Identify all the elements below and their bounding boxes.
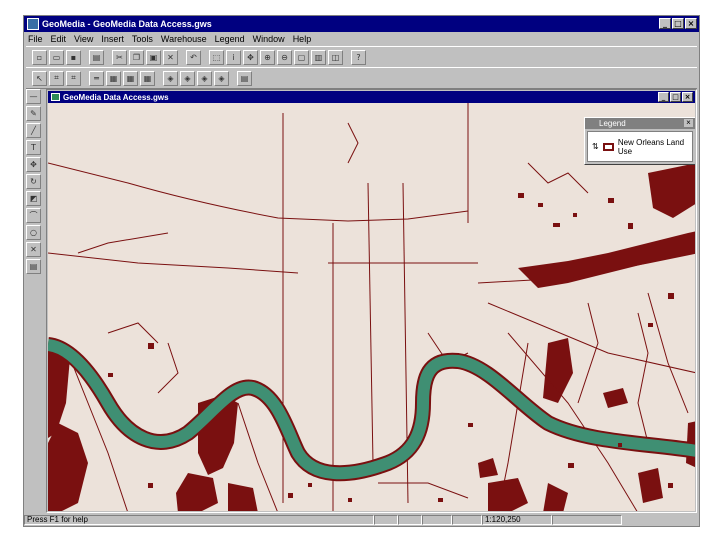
- map-minimize-button[interactable]: _: [658, 92, 669, 102]
- cut-icon[interactable]: ✂: [112, 49, 127, 65]
- app-icon: [27, 18, 39, 30]
- text-icon[interactable]: ▦: [140, 70, 155, 86]
- analysis-icon[interactable]: ◈: [197, 70, 212, 86]
- paste-icon[interactable]: ▣: [146, 49, 161, 65]
- geomedia-window: GeoMedia - GeoMedia Data Access.gws _ □ …: [23, 15, 700, 527]
- title-bar: GeoMedia - GeoMedia Data Access.gws _ □ …: [24, 16, 699, 32]
- info-icon[interactable]: i: [226, 49, 241, 65]
- legend-window: Legend × ⇅ New Orleans Land Use: [584, 117, 695, 165]
- query-icon[interactable]: ◈: [180, 70, 195, 86]
- status-panel-3: [422, 514, 452, 525]
- land-use-parcels: [48, 163, 695, 511]
- visibility-icon[interactable]: ⇅: [592, 142, 599, 151]
- split-icon[interactable]: ◩: [26, 191, 41, 206]
- minimize-button[interactable]: _: [659, 18, 671, 29]
- layers-icon[interactable]: ▤: [26, 259, 41, 274]
- status-panel-1: [374, 514, 398, 525]
- copy-icon[interactable]: ❐: [129, 49, 144, 65]
- menu-bar: File Edit View Insert Tools Warehouse Le…: [24, 32, 699, 46]
- standard-toolbar: ▫ ▭ ▪ ▤ ✂ ❐ ▣ ✕ ↶ ⬚ i ✥ ⊕ ⊖ ▢ ▥ ◫ ?: [26, 46, 697, 68]
- menu-window[interactable]: Window: [253, 34, 285, 44]
- move-icon[interactable]: ✥: [26, 157, 41, 172]
- map-window: GeoMedia Data Access.gws _ □ × Legend × …: [48, 91, 695, 511]
- save-icon[interactable]: ▪: [66, 49, 81, 65]
- menu-help[interactable]: Help: [293, 34, 312, 44]
- menu-file[interactable]: File: [28, 34, 43, 44]
- circle-icon[interactable]: ○: [26, 225, 41, 240]
- select-set-icon[interactable]: ⌗: [66, 70, 81, 86]
- rotate-icon[interactable]: ↻: [26, 174, 41, 189]
- window-title: GeoMedia - GeoMedia Data Access.gws: [42, 19, 212, 29]
- status-help-text: Press F1 for help: [24, 514, 374, 525]
- vertical-toolbar: — ✎ ╱ T ✥ ↻ ◩ ⌒ ○ ✕ ▤: [26, 89, 42, 274]
- status-scale: 1:120,250: [482, 514, 552, 525]
- legend-close-button[interactable]: ×: [684, 119, 693, 127]
- zoom-in-icon[interactable]: ⊕: [260, 49, 275, 65]
- menu-tools[interactable]: Tools: [132, 34, 153, 44]
- output-icon[interactable]: ◈: [214, 70, 229, 86]
- select-vertex-icon[interactable]: —: [26, 89, 41, 104]
- refresh-icon[interactable]: ▥: [311, 49, 326, 65]
- print-icon[interactable]: ▤: [89, 49, 104, 65]
- delete-feature-icon[interactable]: ✕: [26, 242, 41, 257]
- menu-view[interactable]: View: [74, 34, 93, 44]
- text-place-icon[interactable]: T: [26, 140, 41, 155]
- status-panel-5: [552, 514, 622, 525]
- new-icon[interactable]: ▫: [32, 49, 47, 65]
- map-window-title-bar: GeoMedia Data Access.gws _ □ ×: [48, 91, 695, 103]
- legend-swatch: [602, 142, 614, 151]
- edit-icon[interactable]: ▤: [237, 70, 252, 86]
- layer-icon[interactable]: ◈: [163, 70, 178, 86]
- point-icon[interactable]: ▦: [123, 70, 138, 86]
- map-view[interactable]: Legend × ⇅ New Orleans Land Use: [48, 103, 695, 511]
- help-icon[interactable]: ?: [351, 49, 366, 65]
- undo-icon[interactable]: ↶: [186, 49, 201, 65]
- digitize-icon[interactable]: ✎: [26, 106, 41, 121]
- line-draw-icon[interactable]: ╱: [26, 123, 41, 138]
- map-close-button[interactable]: ×: [682, 92, 693, 102]
- line-icon[interactable]: ═: [89, 70, 104, 86]
- legend-title: Legend: [599, 119, 626, 128]
- legend-body: ⇅ New Orleans Land Use: [587, 131, 693, 162]
- mdi-area: GeoMedia Data Access.gws _ □ × Legend × …: [46, 89, 697, 513]
- menu-edit[interactable]: Edit: [51, 34, 67, 44]
- legend-title-bar: Legend ×: [585, 118, 695, 129]
- select-tool-icon[interactable]: ⌗: [49, 70, 64, 86]
- status-panel-4: [452, 514, 482, 525]
- legend-item-label[interactable]: New Orleans Land Use: [618, 138, 692, 156]
- select-icon[interactable]: ⬚: [209, 49, 224, 65]
- measure-icon[interactable]: ⌒: [26, 208, 41, 223]
- menu-warehouse[interactable]: Warehouse: [161, 34, 207, 44]
- fit-icon[interactable]: ▢: [294, 49, 309, 65]
- map-window-title: GeoMedia Data Access.gws: [63, 92, 169, 102]
- status-bar: Press F1 for help 1:120,250: [24, 513, 699, 526]
- map-toolbar: ↖ ⌗ ⌗ ═ ▦ ▦ ▦ ◈ ◈ ◈ ◈ ▤: [26, 67, 697, 89]
- open-icon[interactable]: ▭: [49, 49, 64, 65]
- pan-icon[interactable]: ✥: [243, 49, 258, 65]
- menu-legend[interactable]: Legend: [215, 34, 245, 44]
- menu-insert[interactable]: Insert: [101, 34, 124, 44]
- zoom-out-icon[interactable]: ⊖: [277, 49, 292, 65]
- pointer-icon[interactable]: ↖: [32, 70, 47, 86]
- area-icon[interactable]: ▦: [106, 70, 121, 86]
- maximize-button[interactable]: □: [672, 18, 684, 29]
- map-maximize-button[interactable]: □: [670, 92, 681, 102]
- map-window-icon: [51, 93, 60, 101]
- delete-icon[interactable]: ✕: [163, 49, 178, 65]
- close-button[interactable]: ×: [685, 18, 697, 29]
- status-panel-2: [398, 514, 422, 525]
- properties-icon[interactable]: ◫: [328, 49, 343, 65]
